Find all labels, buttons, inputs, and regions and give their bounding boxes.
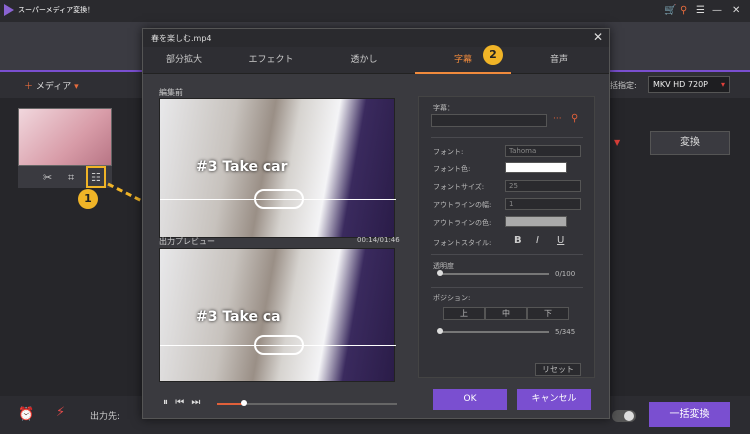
prev-frame-icon[interactable]: ⏮: [175, 397, 184, 408]
seek-progress: [217, 403, 243, 405]
more-icon[interactable]: ···: [553, 114, 562, 124]
tab-effect[interactable]: エフェクト: [225, 47, 317, 74]
divider: [431, 254, 583, 255]
opacity-handle[interactable]: [437, 270, 443, 276]
menu-icon[interactable]: ☰: [696, 5, 705, 16]
subtitle-label: 字幕：: [433, 104, 454, 112]
key-icon[interactable]: ⚲: [680, 5, 687, 16]
infinity-icon: [254, 189, 304, 209]
outline-width-select[interactable]: 1: [505, 198, 581, 210]
outline-color-swatch[interactable]: [505, 216, 567, 227]
font-size-label: フォントサイズ:: [433, 183, 485, 191]
watermark-text-before: #3 Take car: [196, 159, 288, 175]
alarm-icon[interactable]: ⏰: [18, 407, 34, 422]
font-value: Tahoma: [509, 147, 537, 155]
profile-value: MKV HD 720P: [653, 80, 708, 89]
cancel-button[interactable]: キャンセル: [517, 389, 591, 410]
position-handle[interactable]: [437, 328, 443, 334]
ok-button[interactable]: OK: [433, 389, 507, 410]
font-size-value: 25: [509, 182, 518, 190]
position-slider[interactable]: [439, 331, 549, 333]
callout-one: 1: [78, 189, 98, 209]
minimize-icon[interactable]: —: [712, 5, 722, 16]
font-color-label: フォント色:: [433, 165, 471, 173]
position-value: 5/345: [555, 328, 576, 336]
position-middle-button[interactable]: 中: [485, 307, 527, 320]
settings-highlight: [86, 166, 106, 188]
chevron-down-icon: ▾: [720, 80, 725, 89]
opacity-slider[interactable]: [439, 273, 549, 275]
dialog-close-icon[interactable]: ✕: [593, 30, 603, 44]
seek-handle[interactable]: [241, 400, 247, 406]
font-style-label: フォントスタイル:: [433, 239, 492, 247]
callout-two: 2: [483, 45, 503, 65]
outline-width-label: アウトラインの幅:: [433, 201, 492, 209]
search-icon[interactable]: ⚲: [571, 113, 578, 124]
preview-time: 00:14/01:46: [357, 236, 400, 244]
font-label: フォント:: [433, 148, 464, 156]
reset-button[interactable]: リセット: [535, 363, 581, 376]
batch-convert-button[interactable]: 一括変換: [649, 402, 730, 427]
dropdown-arrow-icon[interactable]: ▼: [614, 138, 620, 147]
app-logo-icon: [4, 4, 14, 16]
tab-bar: 部分拡大 エフェクト 透かし 字幕 音声: [143, 47, 609, 74]
video-before: #3 Take car: [159, 98, 396, 238]
pause-icon[interactable]: ⏸: [163, 397, 168, 408]
infinity-icon: [254, 335, 304, 355]
output-label: 出力先:: [90, 412, 121, 422]
next-frame-icon[interactable]: ⏭: [191, 397, 200, 408]
dialog-titlebar: [143, 29, 609, 47]
close-window-icon[interactable]: ✕: [732, 5, 740, 16]
cart-icon[interactable]: 🛒: [664, 5, 676, 16]
app-root: スーパーメディア変換！ 🛒 ⚲ ☰ — ✕ ＋ メディア ▾ 一括指定: MKV…: [0, 0, 750, 434]
subtitle-file-input[interactable]: [431, 114, 547, 127]
font-size-select[interactable]: 25: [505, 180, 581, 192]
dialog-title: 春を楽しむ.mp4: [151, 34, 212, 43]
playback-controls: ⏸ ⏮ ⏭: [163, 397, 200, 408]
video-preview: #3 Take ca: [159, 248, 396, 382]
merge-toggle[interactable]: [612, 410, 636, 422]
outline-color-label: アウトラインの色:: [433, 219, 492, 227]
before-label: 編集前: [159, 88, 183, 97]
profile-select[interactable]: MKV HD 720P ▾: [648, 76, 730, 93]
opacity-value: 0/100: [555, 270, 576, 278]
watermark-text-preview: #3 Take ca: [196, 309, 281, 325]
bold-button[interactable]: B: [514, 235, 522, 246]
bolt-icon[interactable]: ⚡: [56, 405, 65, 420]
convert-button[interactable]: 変換: [650, 131, 730, 155]
divider: [431, 137, 583, 138]
tab-audio[interactable]: 音声: [511, 47, 607, 74]
divider: [431, 287, 583, 288]
position-bottom-button[interactable]: 下: [527, 307, 569, 320]
preview-label: 出力プレビュー: [159, 237, 215, 246]
app-title-bar: [0, 0, 750, 22]
subtitle-dialog: 春を楽しむ.mp4 ✕ 部分拡大 エフェクト 透かし 字幕 音声 2 編集前 #…: [142, 28, 610, 419]
cut-icon[interactable]: ✂: [43, 171, 52, 184]
position-label: ポジション:: [433, 294, 471, 302]
tab-zoom[interactable]: 部分拡大: [143, 47, 225, 74]
outline-width-value: 1: [509, 200, 514, 208]
video-thumbnail[interactable]: [18, 108, 112, 166]
add-media-label: メディア: [35, 82, 72, 92]
font-color-swatch[interactable]: [505, 162, 567, 173]
tab-watermark[interactable]: 透かし: [317, 47, 411, 74]
italic-button[interactable]: I: [536, 235, 539, 246]
app-title: スーパーメディア変換！: [18, 6, 95, 14]
add-media-button[interactable]: ＋ メディア ▾: [24, 79, 79, 92]
crop-icon[interactable]: ⌗: [68, 171, 74, 185]
font-select[interactable]: Tahoma: [505, 145, 581, 157]
position-top-button[interactable]: 上: [443, 307, 485, 320]
subtitle-settings-panel: 字幕： ··· ⚲ フォント: Tahoma フォント色: フォントサイズ: 2…: [418, 96, 595, 378]
opacity-label: 透明度: [433, 262, 454, 270]
underline-button[interactable]: U: [557, 235, 564, 246]
